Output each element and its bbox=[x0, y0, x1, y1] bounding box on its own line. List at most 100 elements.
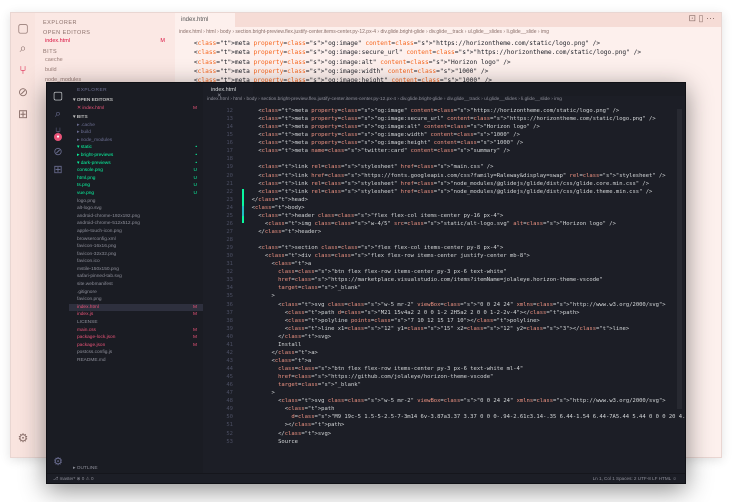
file-tree-item[interactable]: .gitignore bbox=[69, 289, 203, 297]
extensions-icon[interactable]: ⊞ bbox=[51, 163, 65, 177]
file-tree-label: favicon.ico bbox=[77, 259, 100, 265]
debug-icon[interactable]: ⊘ bbox=[51, 145, 65, 159]
file-tree-item[interactable]: vue.png U bbox=[69, 190, 203, 198]
line-number: 28 bbox=[226, 237, 233, 243]
file-tree-label: browserconfig.xml bbox=[77, 236, 116, 242]
file-tree-item[interactable]: favicon.png bbox=[69, 296, 203, 304]
git-status: M bbox=[193, 304, 197, 310]
git-status: M bbox=[193, 342, 197, 348]
activity-bar: ▢ ⌕ ⑂ ● ⊘ ⊞ ⚙ bbox=[47, 83, 69, 473]
tab-index-html[interactable]: index.html ✕ bbox=[203, 83, 253, 99]
code-line: 52 </class="t">svg> bbox=[203, 430, 685, 438]
file-tree-item[interactable]: apple-touch-icon.png bbox=[69, 228, 203, 236]
file-tree-item[interactable]: android-chrome-192x192.png bbox=[69, 213, 203, 221]
file-tree-label: android-chrome-192x192.png bbox=[77, 213, 140, 219]
file-tree-label: vue.png bbox=[77, 190, 95, 196]
breadcrumb[interactable]: index.html › html › body › section.brigh… bbox=[179, 29, 549, 35]
code-line: 38 <class="t">polyline points=class="s">… bbox=[203, 317, 685, 325]
open-editors-header[interactable]: ▾ OPEN EDITORS bbox=[69, 96, 203, 105]
file-tree-item[interactable]: browserconfig.xml bbox=[69, 236, 203, 244]
file-tree-label: .gitignore bbox=[77, 289, 97, 295]
file-tree-item[interactable]: alt-logo.svg bbox=[69, 205, 203, 213]
line-number: 49 bbox=[226, 406, 233, 413]
git-status: U bbox=[193, 168, 197, 174]
file-tree: ▸ .cache ▸ build ▸ node_modules ▾ static • ▸… bbox=[69, 122, 203, 365]
file-tree-item[interactable]: package-lock.json M bbox=[69, 334, 203, 342]
editor-actions[interactable]: ⊡ ▯ ⋯ bbox=[689, 13, 716, 24]
settings-gear-icon[interactable]: ⚙ bbox=[51, 455, 65, 469]
file-tree-item[interactable]: html.png U bbox=[69, 175, 203, 183]
file-tree-item[interactable]: main.css M bbox=[69, 327, 203, 335]
file-tree-item[interactable]: index.html M bbox=[69, 303, 203, 312]
file-tree-item[interactable]: favicon.ico bbox=[69, 258, 203, 266]
file-tree-item[interactable]: logo.png bbox=[69, 198, 203, 206]
folder-item[interactable]: build bbox=[35, 65, 175, 75]
open-editors-header[interactable]: OPEN EDITORS bbox=[35, 26, 175, 36]
outline-section[interactable]: ▸ OUTLINE bbox=[73, 466, 98, 471]
file-tree-item[interactable]: package.json M bbox=[69, 342, 203, 350]
folder-item[interactable]: caeche bbox=[35, 55, 175, 65]
file-tree-label: alt-logo.svg bbox=[77, 206, 102, 212]
file-tree-item[interactable]: ▸ .cache bbox=[69, 122, 203, 130]
file-tree-item[interactable]: ▸ bright-previews • bbox=[69, 152, 203, 160]
line-number: 25 bbox=[226, 212, 233, 219]
file-tree-item[interactable]: ts.png U bbox=[69, 182, 203, 190]
code-line: 24 <class="t">body> bbox=[203, 204, 685, 212]
code-line: 21 <class="t">link rel=class="s">"styles… bbox=[203, 180, 685, 188]
file-tree-item[interactable]: ▾ static • bbox=[69, 144, 203, 152]
code-line: 45 href=class="s">"https://github.com/jo… bbox=[203, 373, 685, 381]
open-editor-label: ✕ index.html bbox=[77, 106, 105, 111]
file-tree-item[interactable]: site.webmanifest bbox=[69, 281, 203, 289]
search-icon[interactable]: ⌕ bbox=[51, 107, 65, 121]
source-control-icon[interactable]: ⑂ bbox=[16, 63, 30, 77]
tab-index-html[interactable]: index.html bbox=[175, 13, 235, 27]
file-tree-label: android-chrome-512x512.png bbox=[77, 221, 140, 227]
line-number: 15 bbox=[226, 132, 233, 139]
file-tree-item[interactable]: index.js M bbox=[69, 311, 203, 319]
code-editor[interactable]: <class="t">meta property=class="s">"og:i… bbox=[179, 39, 641, 85]
project-header[interactable]: BITS bbox=[35, 46, 175, 55]
line-number: 23 bbox=[226, 196, 233, 203]
vertical-scrollbar[interactable] bbox=[677, 109, 682, 409]
status-info[interactable]: Ln 1, Col 1 Spaces: 2 UTF-8 LF HTML ☺ bbox=[593, 476, 677, 481]
file-tree-item[interactable]: console.png U bbox=[69, 167, 203, 175]
git-status: M bbox=[193, 335, 197, 341]
line-number: 38 bbox=[226, 317, 233, 324]
open-editor-item[interactable]: ✕ index.html M bbox=[69, 105, 203, 113]
line-number: 12 bbox=[226, 108, 233, 114]
code-line: 32 class=class="s">"btn flex flex-row it… bbox=[203, 268, 685, 276]
line-number: 39 bbox=[226, 325, 233, 332]
file-tree-label: safari-pinned-tab.svg bbox=[77, 274, 122, 280]
code-line: 20 <class="t">link href=class="s">"https… bbox=[203, 172, 685, 180]
files-icon[interactable]: ▢ bbox=[16, 21, 30, 35]
files-icon[interactable]: ▢ bbox=[51, 89, 65, 103]
code-editor[interactable]: 12 <class="t">meta property=class="s">"o… bbox=[203, 107, 685, 446]
file-tree-item[interactable]: ▸ build bbox=[69, 129, 203, 137]
extensions-icon[interactable]: ⊞ bbox=[16, 107, 30, 121]
file-tree-item[interactable]: android-chrome-512x512.png bbox=[69, 220, 203, 228]
status-branch[interactable]: ⎇ master* ⊗ 0 ⚠ 0 bbox=[53, 476, 94, 482]
line-number: 51 bbox=[226, 422, 233, 429]
search-icon[interactable]: ⌕ bbox=[16, 41, 30, 55]
file-tree-item[interactable]: safari-pinned-tab.svg bbox=[69, 273, 203, 281]
file-tree-label: favicon-16x16.png bbox=[77, 244, 117, 250]
light-tab-bar: index.html bbox=[175, 13, 721, 27]
file-tree-label: index.html bbox=[77, 304, 99, 310]
file-tree-item[interactable]: postcss.config.js bbox=[69, 349, 203, 357]
file-tree-item[interactable]: LICENSE bbox=[69, 319, 203, 327]
file-tree-item[interactable]: mstile-150x150.png bbox=[69, 266, 203, 274]
breadcrumb[interactable]: index.html › html › body › section.brigh… bbox=[207, 97, 562, 102]
debug-icon[interactable]: ⊘ bbox=[16, 85, 30, 99]
code-line: 16 <class="t">meta property=class="s">"o… bbox=[203, 139, 685, 147]
file-tree-label: ▸ bright-previews bbox=[77, 152, 114, 158]
file-tree-item[interactable]: favicon-32x32.png bbox=[69, 251, 203, 259]
open-editor-item[interactable]: index.html M bbox=[35, 36, 175, 46]
file-tree-item[interactable]: README.md bbox=[69, 357, 203, 365]
file-tree-item[interactable]: ▸ node_modules bbox=[69, 137, 203, 145]
project-header[interactable]: ▾ BITS bbox=[69, 113, 203, 122]
file-tree-item[interactable]: ▾ dark-previews • bbox=[69, 160, 203, 168]
code-line: <class="t">meta property=class="s">"og:i… bbox=[179, 58, 511, 66]
code-line: <class="t">meta property=class="s">"og:i… bbox=[179, 67, 489, 75]
settings-gear-icon[interactable]: ⚙ bbox=[16, 431, 30, 445]
file-tree-item[interactable]: favicon-16x16.png bbox=[69, 243, 203, 251]
